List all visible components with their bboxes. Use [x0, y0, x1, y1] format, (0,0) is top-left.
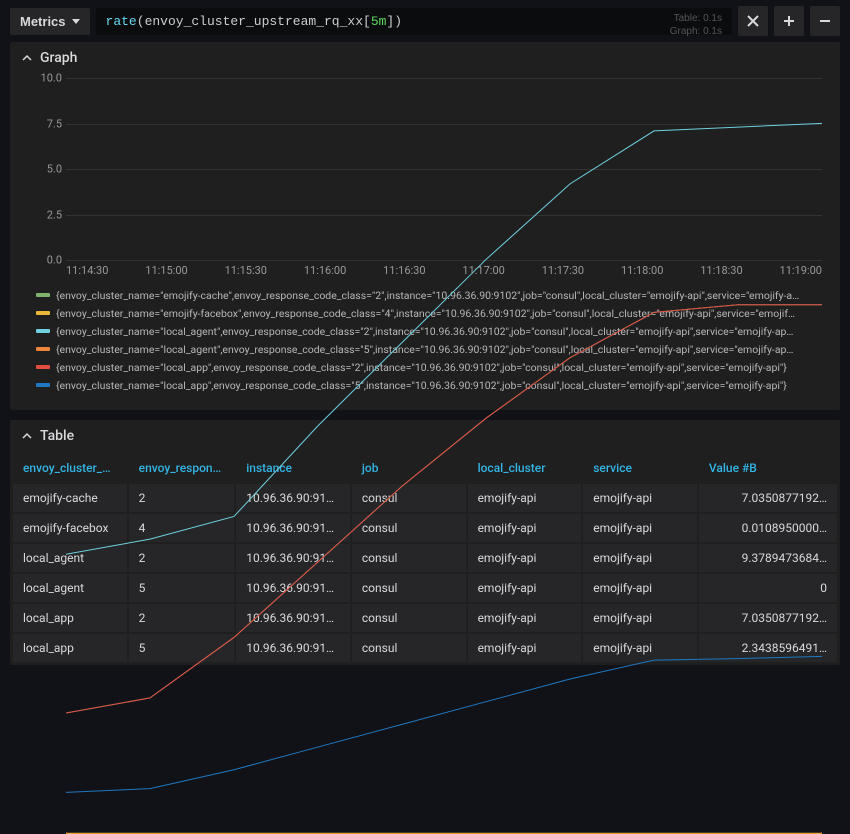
y-tick: 7.5 [36, 117, 62, 130]
query-metric: envoy_cluster_upstream_rq_xx [145, 14, 363, 29]
y-tick: 0.0 [36, 254, 62, 267]
chart-svg [66, 78, 822, 834]
clear-button[interactable] [738, 6, 768, 36]
legend-swatch [36, 383, 50, 387]
x-tick: 11:19:00 [780, 264, 822, 278]
legend-swatch [36, 311, 50, 315]
x-tick: 11:16:30 [383, 264, 425, 278]
legend-swatch [36, 365, 50, 369]
chart[interactable]: 10.07.55.02.50.0 11:14:3011:15:0011:15:3… [36, 78, 822, 278]
chevron-up-icon [22, 431, 32, 441]
x-tick: 11:16:00 [304, 264, 346, 278]
series-line [66, 123, 822, 554]
legend-swatch [36, 293, 50, 297]
x-axis: 11:14:30 11:15:00 11:15:30 11:16:00 11:16:30… [66, 264, 822, 278]
legend-swatch [36, 329, 50, 333]
metrics-label: Metrics [20, 14, 66, 29]
x-tick: 11:14:30 [66, 264, 108, 278]
y-tick: 5.0 [36, 163, 62, 176]
timing-graph: Graph: 0.1s [670, 25, 722, 38]
query-range: 5m [371, 14, 387, 29]
chevron-down-icon [72, 19, 80, 24]
x-tick: 11:15:00 [145, 264, 187, 278]
x-tick: 11:18:00 [621, 264, 663, 278]
minus-icon [819, 15, 831, 27]
query-timing: Table: 0.1s Graph: 0.1s [670, 12, 722, 38]
graph-panel: Graph 10.07.55.02.50.0 11:14:3011:15:001… [10, 42, 840, 410]
x-tick: 11:18:30 [700, 264, 742, 278]
y-tick: 10.0 [36, 72, 62, 85]
series-line [66, 305, 822, 713]
plus-icon [783, 15, 795, 27]
remove-button[interactable] [810, 6, 840, 36]
legend-swatch [36, 347, 50, 351]
add-button[interactable] [774, 6, 804, 36]
x-tick: 11:17:30 [542, 264, 584, 278]
x-tick: 11:17:00 [462, 264, 504, 278]
timing-table: Table: 0.1s [670, 12, 722, 25]
query-input[interactable]: rate(envoy_cluster_upstream_rq_xx[5m]) T… [96, 8, 732, 35]
x-tick: 11:15:30 [225, 264, 267, 278]
y-tick: 2.5 [36, 208, 62, 221]
query-toolbar: Metrics rate(envoy_cluster_upstream_rq_x… [0, 0, 850, 42]
chevron-up-icon [22, 53, 32, 63]
graph-header[interactable]: Graph [10, 42, 840, 74]
query-fn: rate [106, 14, 137, 29]
metrics-dropdown[interactable]: Metrics [10, 8, 90, 35]
series-line [66, 305, 822, 713]
graph-title: Graph [40, 50, 77, 66]
close-icon [747, 15, 759, 27]
